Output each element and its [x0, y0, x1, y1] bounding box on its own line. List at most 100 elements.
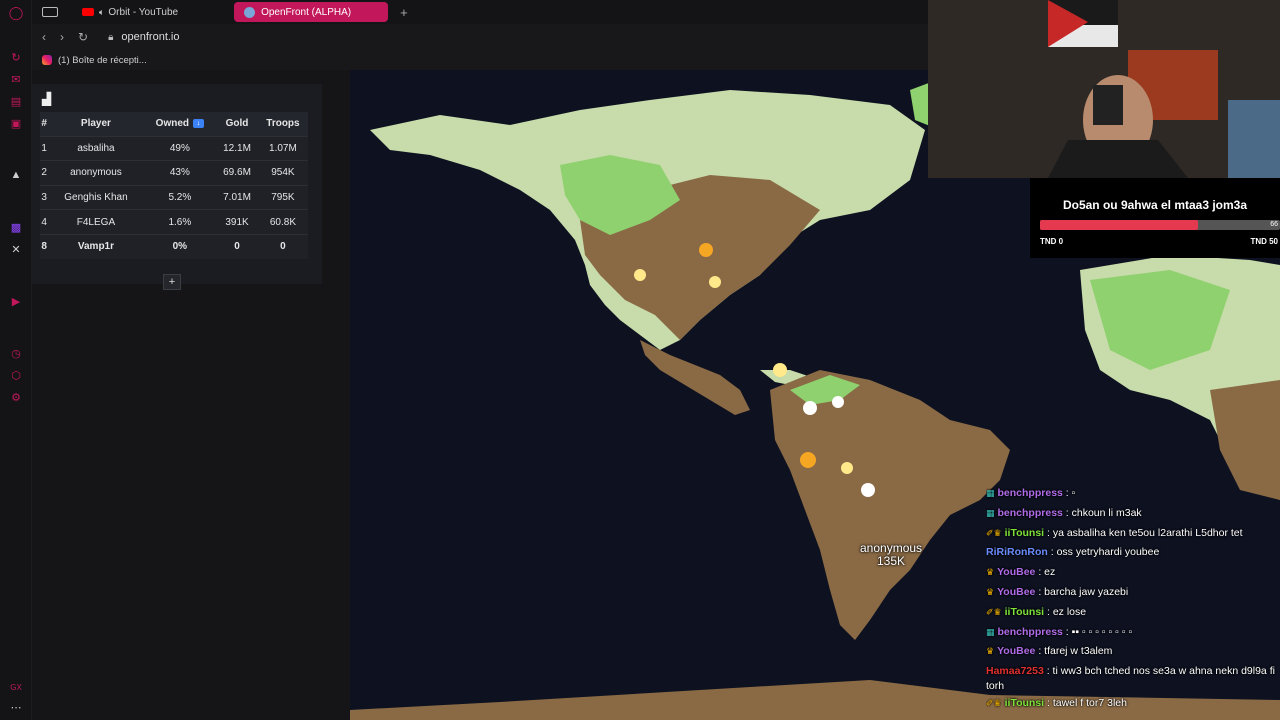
- tab-label: OpenFront (ALPHA): [261, 6, 352, 18]
- extensions-icon[interactable]: ⬡: [9, 368, 23, 382]
- expand-leaderboard-button[interactable]: +: [163, 274, 181, 290]
- goal-title: Do5an ou 9ahwa el mtaa3 jom3a: [1062, 198, 1248, 212]
- player-cell: asbaliha: [48, 135, 144, 161]
- chat-badge-icon: ✐♛: [986, 527, 1002, 538]
- reload-icon[interactable]: ↻: [78, 30, 88, 44]
- chat-message: ♛ YouBee : barcha jaw yazebi: [986, 583, 1280, 603]
- webcam-overlay: [928, 0, 1280, 178]
- player-map-troops: 135K: [877, 554, 906, 568]
- url-field[interactable]: openfront.io: [121, 31, 179, 43]
- bookmark-instagram[interactable]: (1) Boîte de récepti...: [58, 55, 147, 66]
- chat-badge-icon: ✐♛: [986, 606, 1002, 617]
- rank-cell: 3: [40, 184, 49, 210]
- chat-message: ▦ benchppress : chkoun li m3ak: [986, 504, 1280, 524]
- youtube-icon: [82, 8, 94, 16]
- chat-username[interactable]: YouBee: [997, 566, 1035, 578]
- chat-text: : ▫: [1062, 487, 1076, 499]
- chat-message: ✐♛ iiTounsi : tawel f tor7 3leh: [986, 694, 1280, 714]
- chat-badge-icon: ♛: [986, 646, 995, 657]
- player-map-label[interactable]: anonymous 135K: [860, 542, 922, 568]
- chat-badge-icon: ♛: [986, 586, 995, 597]
- owned-cell: 1.6%: [143, 209, 217, 235]
- table-row[interactable]: 2 anonymous 43% 69.6M 954K: [40, 160, 308, 186]
- city-marker: [832, 396, 844, 408]
- owned-cell: 0%: [143, 233, 217, 259]
- arrow-up-icon[interactable]: ▲: [9, 168, 23, 182]
- troops-cell: 60.8K: [257, 209, 308, 235]
- history-icon[interactable]: ◷: [9, 346, 23, 360]
- city-marker: [634, 269, 646, 281]
- troops-cell: 795K: [257, 184, 308, 210]
- table-row[interactable]: 1 asbaliha 49% 12.1M 1.07M: [40, 135, 308, 161]
- chat-badge-icon: ♛: [986, 567, 995, 578]
- tab-island-icon[interactable]: [42, 7, 58, 17]
- back-icon[interactable]: ‹: [42, 30, 46, 44]
- troops-cell: 0: [257, 233, 308, 259]
- col-owned[interactable]: Owned ↓: [143, 112, 217, 136]
- table-row[interactable]: 3 Genghis Khan 5.2% 7.01M 795K: [40, 184, 308, 210]
- lock-icon: 🔒︎: [108, 31, 114, 43]
- gold-cell: 391K: [216, 209, 258, 235]
- city-marker: [803, 401, 817, 415]
- more-icon[interactable]: ⋯: [9, 700, 23, 714]
- table-row[interactable]: 4 F4LEGA 1.6% 391K 60.8K: [40, 209, 308, 235]
- rank-cell: 1: [40, 135, 49, 161]
- globe-icon: [244, 6, 256, 18]
- city-marker: [699, 243, 713, 257]
- address-bar: ‹ › ↻ 🔒︎ openfront.io: [32, 24, 928, 50]
- col-player[interactable]: Player: [48, 112, 144, 136]
- player-cell: Vamp1r: [48, 233, 144, 259]
- mail-icon[interactable]: ▣: [9, 116, 23, 130]
- chat-username[interactable]: YouBee: [997, 645, 1035, 657]
- player-icon[interactable]: ▶: [9, 294, 23, 308]
- bar-chart-icon[interactable]: ▟: [42, 92, 51, 106]
- gold-cell: 0: [216, 233, 258, 259]
- chat-username[interactable]: benchppress: [998, 626, 1063, 638]
- player-cell: Genghis Khan: [48, 184, 144, 210]
- donation-goal-widget: Do5an ou 9ahwa el mtaa3 jom3a 66 TND 0 T…: [1030, 178, 1280, 258]
- tab-youtube[interactable]: 🔈︎ Orbit - YouTube: [72, 2, 188, 22]
- col-owned-label: Owned: [155, 118, 190, 130]
- troops-cell: 1.07M: [257, 135, 308, 161]
- leaderboard-panel: ▟ # Player Owned ↓ Gold Troops 1 asbaliha: [32, 84, 322, 290]
- chat-message: ▦ benchppress : ▫: [986, 484, 1280, 504]
- chat-username[interactable]: RiRiRonRon: [986, 546, 1048, 558]
- col-troops[interactable]: Troops: [257, 112, 308, 136]
- twitch-icon[interactable]: ▩: [9, 220, 23, 234]
- goal-max-label: TND 50: [1250, 237, 1278, 246]
- settings-gear-icon[interactable]: ⚙: [9, 390, 23, 404]
- chat-text: : tfarej w t3alem: [1035, 645, 1113, 658]
- chat-username[interactable]: iiTounsi: [1005, 527, 1044, 539]
- player-cell: anonymous: [48, 160, 144, 186]
- chat-badge-icon: ▦: [986, 507, 995, 518]
- chat-message: Hamaa7253 : ti ww3 bch tched nos se3a w …: [986, 662, 1280, 694]
- opera-logo-icon[interactable]: ◯: [9, 5, 24, 20]
- chat-username[interactable]: benchppress: [998, 487, 1063, 499]
- goal-progress-label: 66: [1270, 221, 1278, 228]
- speaker-icon[interactable]: 🔈︎: [99, 7, 104, 18]
- chat-username[interactable]: iiTounsi: [1005, 697, 1044, 709]
- bookmarks-bar: (1) Boîte de récepti...: [32, 50, 928, 70]
- refresh-feed-icon[interactable]: ↻: [9, 50, 23, 64]
- tab-label: Orbit - YouTube: [108, 6, 179, 18]
- col-gold[interactable]: Gold: [216, 112, 258, 136]
- chat-username[interactable]: Hamaa7253: [986, 665, 1044, 677]
- city-marker: [800, 452, 816, 468]
- city-marker: [709, 276, 721, 288]
- goal-progress-fill: [1040, 220, 1199, 230]
- chat-username[interactable]: iiTounsi: [1005, 606, 1044, 618]
- table-row-self[interactable]: 8 Vamp1r 0% 0 0: [40, 233, 308, 259]
- x-twitter-icon[interactable]: ✕: [9, 242, 23, 256]
- sort-desc-icon[interactable]: ↓: [193, 119, 205, 129]
- tab-openfront[interactable]: OpenFront (ALPHA): [234, 2, 389, 22]
- chat-text: : ez: [1035, 566, 1056, 579]
- chat-username[interactable]: YouBee: [997, 586, 1035, 598]
- chat-username[interactable]: benchppress: [998, 507, 1063, 519]
- gx-corner-icon[interactable]: GX: [9, 680, 23, 694]
- new-tab-icon[interactable]: +: [394, 5, 414, 20]
- forward-icon[interactable]: ›: [60, 30, 64, 44]
- pinboard-icon[interactable]: ▤: [9, 94, 23, 108]
- messenger-icon[interactable]: ✉: [9, 72, 23, 86]
- col-rank: #: [40, 112, 49, 136]
- webcam-feed: [928, 0, 1280, 178]
